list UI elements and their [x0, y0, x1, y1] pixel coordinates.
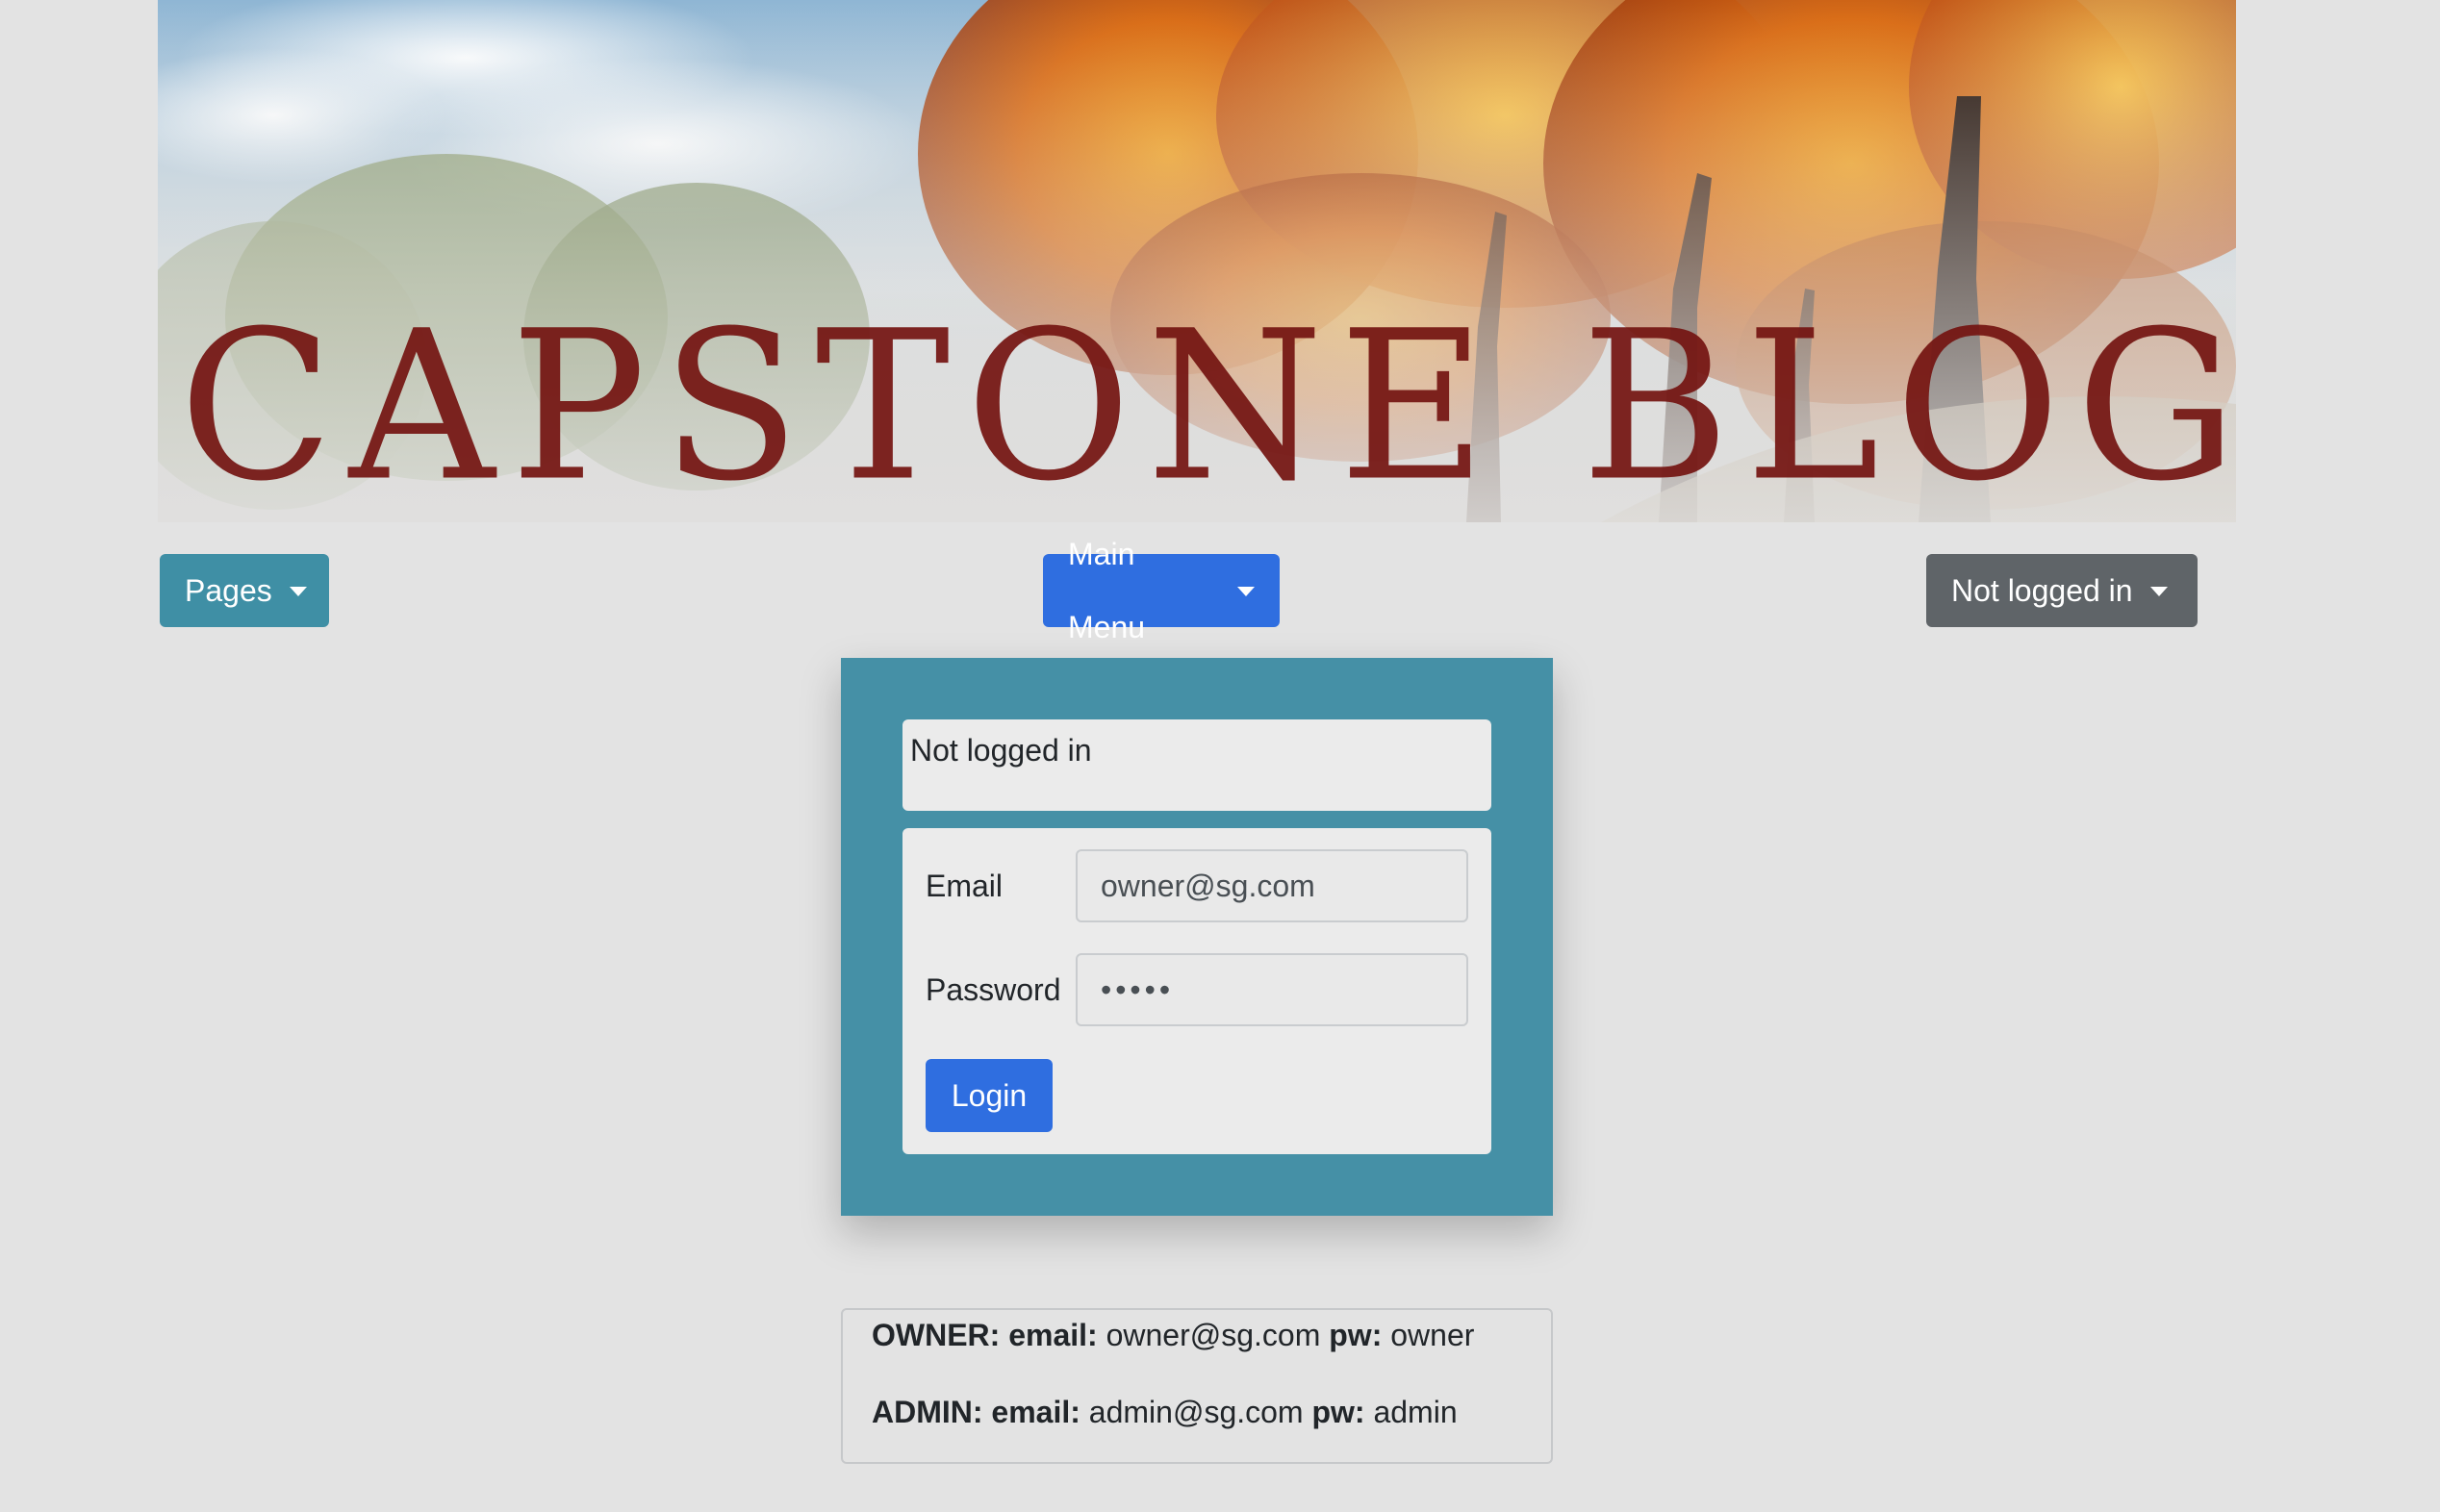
user-menu-dropdown-button[interactable]: Not logged in — [1926, 554, 2198, 627]
owner-pw-key: pw: — [1329, 1318, 1383, 1352]
email-field[interactable] — [1076, 849, 1468, 922]
password-field[interactable] — [1076, 953, 1468, 1026]
header-banner: CAPSTONE BLOG — [158, 0, 2236, 522]
owner-credentials: OWNER: email: owner@sg.com pw: owner — [872, 1318, 1474, 1353]
login-button[interactable]: Login — [926, 1059, 1053, 1132]
main-menu-dropdown-button[interactable]: Main Menu — [1043, 537, 1280, 644]
owner-email-value: owner@sg.com — [1106, 1318, 1321, 1352]
login-panel: Not logged in Email Password Login — [841, 658, 1553, 1216]
login-form: Email Password Login — [902, 828, 1491, 1154]
admin-credentials: ADMIN: email: admin@sg.com pw: admin — [872, 1395, 1458, 1430]
caret-down-icon — [289, 587, 307, 596]
owner-role-label: OWNER: — [872, 1318, 1001, 1352]
pages-button-label: Pages — [185, 573, 272, 608]
pages-dropdown-button[interactable]: Pages — [160, 554, 329, 627]
user-menu-button-label: Not logged in — [1951, 573, 2133, 608]
password-label: Password — [926, 972, 1061, 1007]
email-label: Email — [926, 869, 1004, 903]
owner-pw-value: owner — [1390, 1318, 1475, 1352]
admin-role-label: ADMIN: — [872, 1395, 983, 1429]
caret-down-icon — [1237, 587, 1255, 596]
caret-down-icon — [2149, 587, 2168, 596]
main-menu-button-label: Main Menu — [1068, 537, 1146, 644]
login-status-text: Not logged in — [910, 733, 1092, 768]
admin-pw-value: admin — [1373, 1395, 1458, 1429]
admin-pw-key: pw: — [1311, 1395, 1365, 1429]
owner-email-key: email: — [1008, 1318, 1098, 1352]
blog-title: CAPSTONE BLOG — [179, 286, 2236, 522]
admin-email-key: email: — [991, 1395, 1080, 1429]
login-status-card: Not logged in — [902, 719, 1491, 811]
admin-email-value: admin@sg.com — [1088, 1395, 1304, 1429]
demo-credentials-box: OWNER: email: owner@sg.com pw: owner ADM… — [841, 1308, 1553, 1464]
